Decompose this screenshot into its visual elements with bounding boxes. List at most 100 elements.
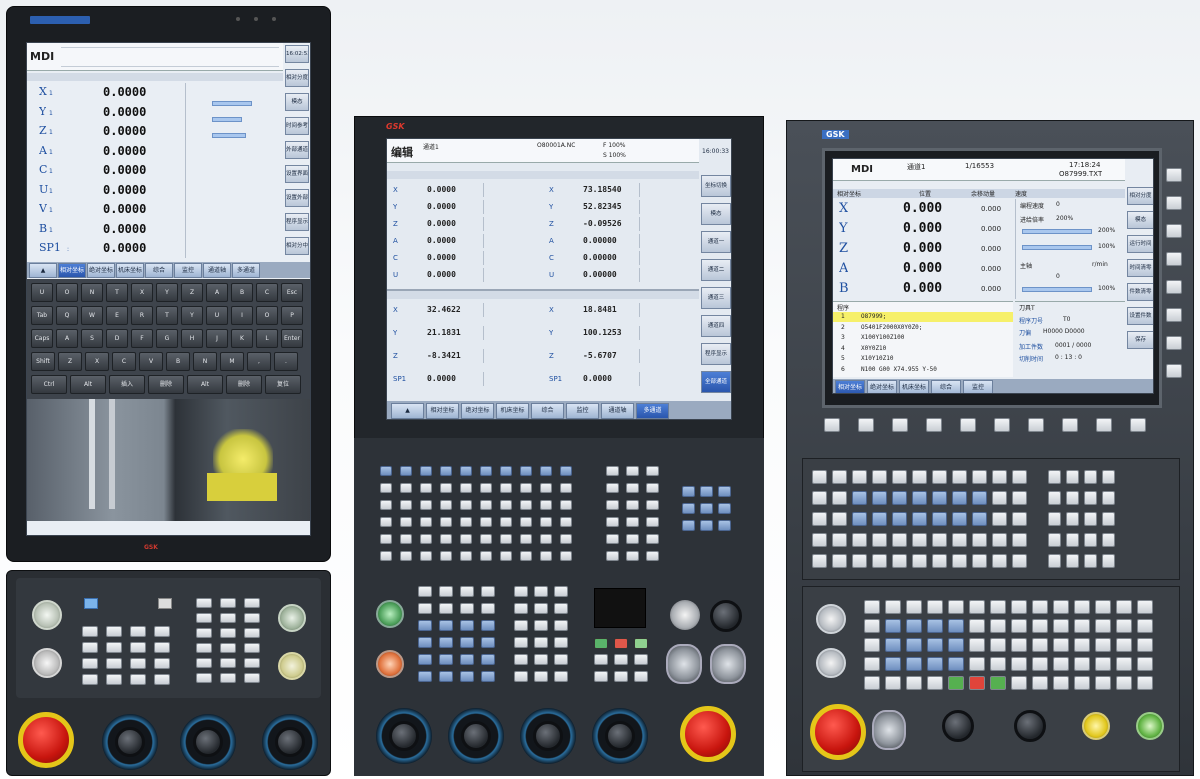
keypad-key[interactable] (932, 491, 947, 505)
keypad-key[interactable] (1084, 491, 1097, 505)
right-feed-knob[interactable] (942, 710, 974, 742)
keyboard-key[interactable]: M (220, 352, 244, 371)
machine-key[interactable] (1032, 619, 1048, 633)
nav-key[interactable] (682, 486, 695, 497)
keypad-key[interactable] (420, 466, 432, 476)
machine-key[interactable] (481, 620, 495, 631)
machine-key[interactable] (927, 600, 943, 614)
keypad-key[interactable] (992, 533, 1007, 547)
keyboard-key[interactable]: Y (156, 283, 178, 302)
machine-key[interactable] (885, 657, 901, 671)
machine-key[interactable] (614, 654, 628, 665)
machine-key[interactable] (460, 586, 474, 597)
keypad-key[interactable] (440, 534, 452, 544)
keyboard-key[interactable]: A (206, 283, 228, 302)
machine-key[interactable] (514, 603, 528, 614)
keypad-key[interactable] (460, 534, 472, 544)
machine-key[interactable] (1137, 676, 1153, 690)
machine-key[interactable] (906, 638, 922, 652)
panel-key[interactable] (244, 628, 260, 638)
tab-2[interactable]: 绝对坐标 (461, 403, 494, 419)
keypad-key[interactable] (992, 470, 1007, 484)
right-spindle-knob[interactable] (1014, 710, 1046, 742)
machine-key[interactable] (1137, 619, 1153, 633)
keyboard-key[interactable]: Caps (31, 329, 53, 348)
keypad-key[interactable] (400, 551, 412, 561)
panel-key[interactable] (82, 674, 98, 685)
machine-key[interactable] (906, 676, 922, 690)
keyboard-key[interactable]: O (256, 306, 278, 325)
machine-key[interactable] (1032, 676, 1048, 690)
feed-override-knob[interactable] (115, 727, 145, 757)
machine-key[interactable] (948, 638, 964, 652)
side-button[interactable]: 时间参考 (285, 117, 309, 135)
rapid-override-knob[interactable] (193, 727, 223, 757)
keypad-key[interactable] (560, 534, 572, 544)
machine-key[interactable] (1137, 638, 1153, 652)
keyboard-key[interactable]: X (131, 283, 153, 302)
machine-key[interactable] (864, 657, 880, 671)
tab-6[interactable]: 通道轴 (203, 263, 231, 278)
tab-1[interactable]: 相对坐标 (58, 263, 86, 278)
keypad-key[interactable] (1012, 554, 1027, 568)
machine-key[interactable] (418, 620, 432, 631)
keypad-key[interactable] (892, 470, 907, 484)
machine-key[interactable] (418, 637, 432, 648)
machine-key[interactable] (927, 657, 943, 671)
middle-dial-knob[interactable] (533, 721, 563, 751)
side-button[interactable]: 模态 (285, 93, 309, 111)
panel-key[interactable] (196, 628, 212, 638)
keypad-key[interactable] (972, 554, 987, 568)
machine-key[interactable] (1116, 600, 1132, 614)
keypad-key[interactable] (626, 500, 639, 510)
nav-key[interactable] (718, 503, 731, 514)
keypad-key[interactable] (892, 491, 907, 505)
keypad-key[interactable] (646, 500, 659, 510)
panel-key[interactable] (220, 658, 236, 668)
keypad-key[interactable] (420, 500, 432, 510)
softkey[interactable] (1130, 418, 1146, 432)
machine-key[interactable] (927, 638, 943, 652)
machine-key[interactable] (948, 619, 964, 633)
keypad-key[interactable] (1012, 491, 1027, 505)
machine-key[interactable] (554, 620, 568, 631)
machine-key[interactable] (481, 654, 495, 665)
keypad-key[interactable] (952, 512, 967, 526)
keypad-key[interactable] (832, 491, 847, 505)
keypad-key[interactable] (1084, 470, 1097, 484)
side-button[interactable]: 件数清零 (1127, 283, 1153, 301)
keypad-key[interactable] (912, 533, 927, 547)
keypad-key[interactable] (932, 470, 947, 484)
panel-key[interactable] (196, 598, 212, 608)
side-button[interactable]: 程序显示 (285, 213, 309, 231)
keypad-key[interactable] (852, 512, 867, 526)
keyboard-key[interactable]: , (247, 352, 271, 371)
keypad-key[interactable] (540, 534, 552, 544)
panel-key[interactable] (196, 658, 212, 668)
keypad-key[interactable] (812, 554, 827, 568)
machine-key[interactable] (418, 654, 432, 665)
side-button[interactable]: 设置件数 (1127, 307, 1153, 325)
machine-key[interactable] (514, 586, 528, 597)
tab-2[interactable]: 绝对坐标 (87, 263, 115, 278)
panel-key[interactable] (106, 658, 122, 669)
keypad-key[interactable] (626, 483, 639, 493)
softkey[interactable] (824, 418, 840, 432)
machine-key[interactable] (906, 657, 922, 671)
keypad-key[interactable] (1048, 554, 1061, 568)
middle-dial-knob[interactable] (461, 721, 491, 751)
side-button[interactable]: 通道二 (701, 259, 731, 281)
keypad-key[interactable] (1048, 512, 1061, 526)
machine-key[interactable] (1053, 676, 1069, 690)
keypad-key[interactable] (440, 551, 452, 561)
edge-key[interactable] (1166, 280, 1182, 294)
machine-key[interactable] (1011, 657, 1027, 671)
keypad-key[interactable] (852, 533, 867, 547)
keypad-key[interactable] (932, 554, 947, 568)
keyboard-key[interactable]: E (106, 306, 128, 325)
keyboard-key[interactable]: 删除 (226, 375, 262, 394)
machine-key[interactable] (534, 654, 548, 665)
keypad-key[interactable] (500, 483, 512, 493)
keypad-key[interactable] (440, 483, 452, 493)
panel-key[interactable] (220, 673, 236, 683)
